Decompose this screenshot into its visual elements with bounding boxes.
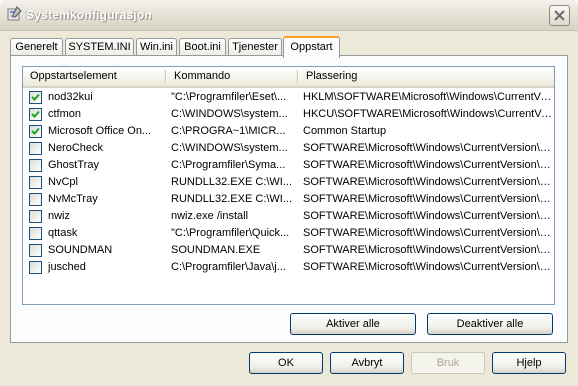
startup-item-command: nwiz.exe /install — [171, 210, 249, 222]
row-checkbox[interactable] — [29, 210, 42, 223]
cancel-button[interactable]: Avbryt — [330, 352, 404, 374]
startup-item-name: qttask — [48, 227, 78, 239]
tab-system-ini[interactable]: SYSTEM.INI — [65, 38, 134, 56]
startup-item-command: C:\Programfiler\Java\j... — [171, 261, 286, 273]
table-row[interactable]: nwiz nwiz.exe /install SOFTWARE\Microsof… — [23, 208, 554, 225]
tab-oppstart[interactable]: Oppstart — [283, 36, 340, 58]
row-checkbox[interactable] — [29, 125, 42, 138]
startup-item-name: ctfmon — [48, 108, 82, 120]
title-bar[interactable]: Systemkonfigurasjon — [0, 0, 578, 31]
row-checkbox[interactable] — [29, 227, 42, 240]
list-header: Oppstartselement Kommando Plassering — [23, 67, 554, 88]
startup-item-location: SOFTWARE\Microsoft\Windows\CurrentVersio… — [303, 159, 553, 171]
apply-button[interactable]: Bruk — [411, 352, 485, 374]
enable-all-button[interactable]: Aktiver alle — [290, 313, 416, 335]
startup-item-command: "C:\Programfiler\Quick... — [171, 227, 290, 239]
checkmark-icon — [31, 127, 40, 135]
startup-item-name: NvMcTray — [48, 193, 98, 205]
table-row[interactable]: SOUNDMAN SOUNDMAN.EXE SOFTWARE\Microsoft… — [23, 242, 554, 259]
ok-button[interactable]: OK — [249, 352, 323, 374]
startup-item-name: GhostTray — [48, 159, 99, 171]
startup-item-location: SOFTWARE\Microsoft\Windows\CurrentVersio… — [303, 176, 553, 188]
column-separator[interactable] — [165, 70, 166, 83]
tab-win-ini[interactable]: Win.ini — [136, 38, 177, 56]
startup-item-name: nod32kui — [48, 91, 93, 103]
startup-item-location: SOFTWARE\Microsoft\Windows\CurrentVersio… — [303, 261, 553, 273]
table-row[interactable]: GhostTray C:\Programfiler\Syma... SOFTWA… — [23, 157, 554, 174]
disable-all-button[interactable]: Deaktiver alle — [427, 313, 553, 335]
row-checkbox[interactable] — [29, 91, 42, 104]
table-row[interactable]: Microsoft Office On... C:\PROGRA~1\MICR.… — [23, 123, 554, 140]
startup-item-location: SOFTWARE\Microsoft\Windows\CurrentVersio… — [303, 227, 553, 239]
startup-item-command: C:\PROGRA~1\MICR... — [171, 125, 286, 137]
checkmark-icon — [31, 110, 40, 118]
startup-item-command: "C:\Programfiler\Eset\... — [171, 91, 287, 103]
close-button[interactable] — [549, 5, 570, 26]
startup-item-name: SOUNDMAN — [48, 244, 113, 256]
startup-item-command: C:\WINDOWS\system... — [171, 108, 288, 120]
table-row[interactable]: nod32kui "C:\Programfiler\Eset\... HKLM\… — [23, 89, 554, 106]
startup-item-command: C:\Programfiler\Syma... — [171, 159, 286, 171]
table-row[interactable]: NeroCheck C:\WINDOWS\system... SOFTWARE\… — [23, 140, 554, 157]
row-checkbox[interactable] — [29, 193, 42, 206]
column-header-location[interactable]: Plassering — [299, 67, 554, 86]
table-row[interactable]: NvCpl RUNDLL32.EXE C:\WI... SOFTWARE\Mic… — [23, 174, 554, 191]
help-button[interactable]: Hjelp — [492, 352, 566, 374]
tab-boot-ini[interactable]: Boot.ini — [179, 38, 226, 56]
startup-item-name: jusched — [48, 261, 86, 273]
tab-generelt[interactable]: Generelt — [10, 38, 63, 56]
row-checkbox[interactable] — [29, 108, 42, 121]
row-checkbox[interactable] — [29, 142, 42, 155]
row-checkbox[interactable] — [29, 244, 42, 257]
system-config-icon — [6, 6, 22, 22]
startup-item-command: C:\WINDOWS\system... — [171, 142, 288, 154]
table-row[interactable]: ctfmon C:\WINDOWS\system... HKCU\SOFTWAR… — [23, 106, 554, 123]
startup-items-list[interactable]: Oppstartselement Kommando Plassering nod… — [22, 66, 555, 305]
startup-item-location: HKLM\SOFTWARE\Microsoft\Windows\CurrentV… — [303, 91, 553, 103]
checkmark-icon — [31, 93, 40, 101]
startup-item-location: SOFTWARE\Microsoft\Windows\CurrentVersio… — [303, 142, 553, 154]
row-checkbox[interactable] — [29, 176, 42, 189]
startup-item-command: RUNDLL32.EXE C:\WI... — [171, 193, 293, 205]
column-header-startup-item[interactable]: Oppstartselement — [23, 67, 165, 86]
window-title: Systemkonfigurasjon — [26, 8, 152, 22]
startup-tab-panel: Oppstartselement Kommando Plassering nod… — [10, 55, 568, 343]
tab-tjenester[interactable]: Tjenester — [228, 38, 282, 56]
column-separator[interactable] — [297, 70, 298, 83]
startup-item-command: SOUNDMAN.EXE — [171, 244, 261, 256]
startup-item-location: Common Startup — [303, 125, 387, 137]
startup-item-name: Microsoft Office On... — [48, 125, 152, 137]
startup-item-location: SOFTWARE\Microsoft\Windows\CurrentVersio… — [303, 244, 553, 256]
startup-item-location: SOFTWARE\Microsoft\Windows\CurrentVersio… — [303, 210, 553, 222]
table-row[interactable]: NvMcTray RUNDLL32.EXE C:\WI... SOFTWARE\… — [23, 191, 554, 208]
startup-item-location: HKCU\SOFTWARE\Microsoft\Windows\CurrentV… — [303, 108, 553, 120]
column-header-command[interactable]: Kommando — [167, 67, 297, 86]
row-checkbox[interactable] — [29, 159, 42, 172]
startup-item-location: SOFTWARE\Microsoft\Windows\CurrentVersio… — [303, 193, 553, 205]
table-row[interactable]: jusched C:\Programfiler\Java\j... SOFTWA… — [23, 259, 554, 276]
system-configuration-window: Systemkonfigurasjon Generelt SYSTEM.INI … — [0, 0, 578, 386]
startup-item-command: RUNDLL32.EXE C:\WI... — [171, 176, 293, 188]
table-row[interactable]: qttask "C:\Programfiler\Quick... SOFTWAR… — [23, 225, 554, 242]
startup-item-name: NvCpl — [48, 176, 78, 188]
startup-item-name: NeroCheck — [48, 142, 104, 154]
row-checkbox[interactable] — [29, 261, 42, 274]
startup-item-name: nwiz — [48, 210, 71, 222]
